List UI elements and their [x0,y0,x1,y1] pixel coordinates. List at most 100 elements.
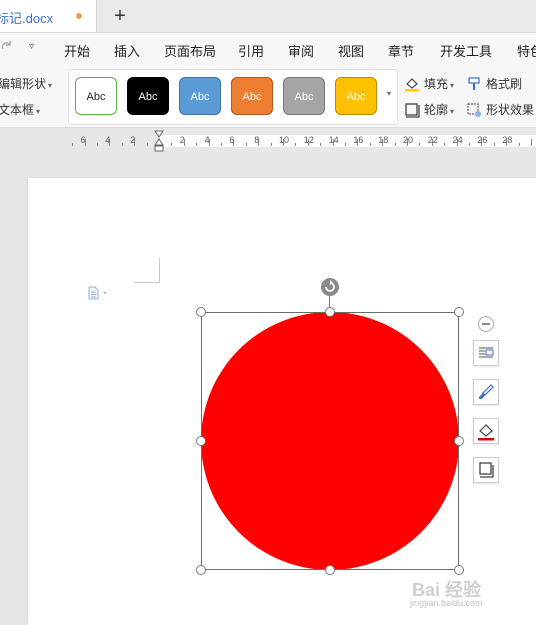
outline-label: 轮廓 [424,103,449,117]
resize-handle-right[interactable] [454,436,464,446]
ruler-tick [394,143,396,146]
ruler-label: 20 [403,135,414,145]
menu-item-home[interactable]: 开始 [64,41,90,60]
ruler-tick [419,143,421,146]
ruler-label: 26 [477,135,488,145]
menu-item-review[interactable]: 审阅 [288,41,314,60]
quick-access-more-icon[interactable]: ▿ [29,41,34,52]
gallery-more-icon[interactable]: ▾ [384,89,394,98]
tab-bar: 标记.docx + [0,0,536,33]
document-tab[interactable]: 标记.docx [0,0,97,32]
shape-outline-button[interactable] [473,457,499,483]
ruler-label: 8 [254,135,260,145]
resize-handle-left[interactable] [196,436,206,446]
rotate-handle-icon[interactable] [321,278,339,296]
indent-marker-icon[interactable] [154,130,164,152]
ruler-label: 6 [229,135,235,145]
shape-fill-button[interactable] [473,418,499,444]
ruler-tick [196,143,198,146]
ruler-tick [72,143,74,146]
outline-button[interactable]: 轮廓 ▾ [404,101,454,118]
ruler-tick [221,143,222,146]
ruler-tick [121,143,123,146]
ruler-label: 2 [179,135,185,145]
fill-bucket-icon [478,424,494,441]
ruler-label: 4 [105,135,111,145]
new-tab-button[interactable]: + [110,3,130,29]
fill-label: 填充 [424,77,449,91]
ruler-tick [345,143,346,146]
menu-item-developer[interactable]: 开发工具 [440,41,492,60]
text-wrap-button[interactable] [473,340,499,366]
ruler-tick [444,143,446,146]
shape-style-white[interactable]: Abc [75,77,117,115]
margin-corner-mark [159,258,160,282]
format-painter-icon [466,76,482,92]
shape-style-orange[interactable]: Abc [231,77,273,115]
document-tab-title: 标记.docx [0,11,54,26]
edit-shape-button[interactable]: 编辑形状 ▾ [0,75,52,92]
ruler-tick [245,143,247,146]
resize-handle-top-left[interactable] [196,307,206,317]
ruler-label: 4 [204,135,210,145]
ruler-label: 28 [502,135,513,145]
ruler-label: 12 [303,135,314,145]
shape-style-gold[interactable]: Abc [335,77,377,115]
ruler-label: 10 [279,135,290,145]
collapse-toolbar-icon[interactable] [478,316,494,332]
ruler-label: 18 [378,135,389,145]
ribbon-toolbar: 编辑形状 ▾ 文本框 ▾ Abc Abc Abc Abc Abc Abc ▾ 填充 ▾… [0,65,536,128]
menu-item-section[interactable]: 章节 [388,41,414,60]
menu-item-page-layout[interactable]: 页面布局 [164,41,216,60]
ruler-tick [531,139,532,146]
redo-icon[interactable] [0,40,14,57]
baidu-watermark-url: jingyan.baidu.com [410,598,483,608]
ruler-label: 6 [80,135,86,145]
shape-style-button[interactable] [473,379,499,405]
horizontal-ruler[interactable]: 6 4 2 2 4 6 8 10 12 14 16 18 20 22 24 26 28 [0,128,536,154]
fill-icon [404,76,420,92]
paragraph-layout-icon[interactable] [87,286,109,300]
ruler-tick [146,143,148,146]
ruler-tick [518,143,520,146]
fill-button[interactable]: 填充 ▾ [404,75,454,92]
resize-handle-top[interactable] [325,307,335,317]
ruler-tick [320,143,322,146]
menu-item-references[interactable]: 引用 [238,41,264,60]
menu-item-view[interactable]: 视图 [338,41,364,60]
ruler-tick [97,143,98,146]
shape-effects-button[interactable]: 形状效果 [466,101,534,118]
text-box-label: 文本框 [0,103,35,117]
outline-icon [404,102,420,118]
text-box-button[interactable]: 文本框 ▾ [0,101,40,118]
shape-style-black[interactable]: Abc [127,77,169,115]
shape-style-blue[interactable]: Abc [179,77,221,115]
ruler-label: 16 [353,135,364,145]
format-painter-label: 格式刷 [486,77,523,91]
menu-item-insert[interactable]: 插入 [114,41,140,60]
margin-corner-mark-h [134,282,160,283]
ruler-tick [493,143,495,146]
selection-frame [201,312,459,570]
text-wrap-icon [479,347,494,358]
unsaved-dot-icon [76,13,82,19]
ruler-tick [270,143,272,146]
shape-style-gray[interactable]: Abc [283,77,325,115]
format-painter-button[interactable]: 格式刷 [466,75,522,92]
menu-bar: ▿ 开始 插入 页面布局 引用 审阅 视图 章节 开发工具 特色 [0,33,536,65]
resize-handle-bottom-right[interactable] [454,565,464,575]
resize-handle-bottom-left[interactable] [196,565,206,575]
menu-item-special[interactable]: 特色 [517,41,536,60]
resize-handle-bottom[interactable] [325,565,335,575]
resize-handle-top-right[interactable] [454,307,464,317]
ruler-tick [369,143,371,146]
shape-effects-icon [466,102,482,118]
ruler-label: 14 [328,135,339,145]
ruler-tick [469,143,470,146]
ruler-tick [295,143,297,146]
ruler-label: 22 [427,135,438,145]
ruler-label: 24 [452,135,463,145]
outline-frame-icon [479,462,494,478]
ruler-tick [171,143,173,146]
brush-icon [479,384,494,399]
